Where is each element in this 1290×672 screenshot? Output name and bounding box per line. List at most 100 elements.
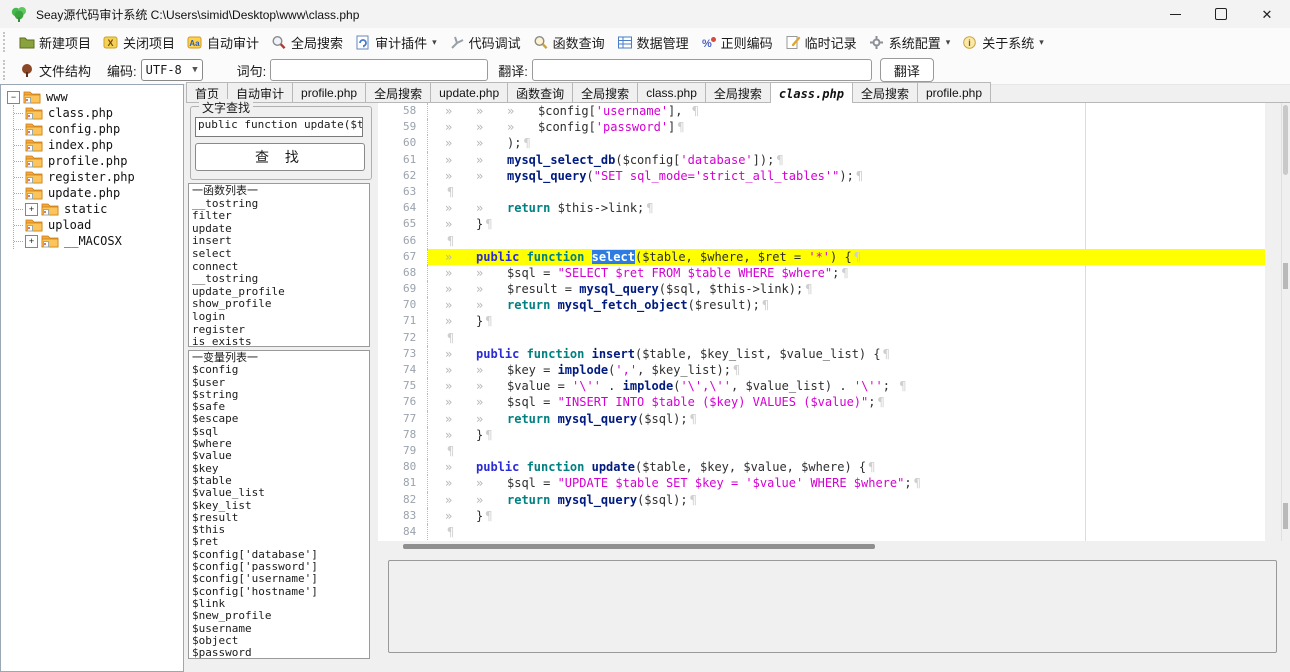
toolbar-function-query-button[interactable]: 函数查询 <box>527 31 611 54</box>
toolbar-auto-audit-button[interactable]: Aa自动审计 <box>181 31 265 54</box>
code-line[interactable]: 62»»mysql_query("SET sql_mode='strict_al… <box>378 168 1265 184</box>
variable-list-item[interactable]: $key_list <box>192 500 366 512</box>
file-structure-button[interactable]: 文件结构 <box>13 59 97 82</box>
tab-class.php[interactable]: class.php <box>637 82 706 102</box>
function-list-item[interactable]: is_exists <box>192 336 366 347</box>
tab--[interactable]: 全局搜索 <box>705 82 771 102</box>
variable-list-item[interactable]: $password <box>192 647 366 659</box>
code-line[interactable]: 82»»return mysql_query($sql);¶ <box>378 492 1265 508</box>
code-line[interactable]: 84¶ <box>378 524 1265 540</box>
toolbar-code-debug-button[interactable]: 代码调试 <box>443 31 527 54</box>
line-number: 63 <box>403 184 428 200</box>
code-line[interactable]: 79¶ <box>378 443 1265 459</box>
tab--[interactable]: 全局搜索 <box>365 82 431 102</box>
toolbar-audit-plugin-button[interactable]: 审计插件▾ <box>349 31 443 54</box>
tree-item[interactable]: index.php <box>14 137 183 153</box>
tree-item[interactable]: profile.php <box>14 153 183 169</box>
tree-item[interactable]: +static <box>14 201 183 217</box>
horizontal-scrollbar[interactable] <box>378 542 1265 552</box>
function-list-item[interactable]: select <box>192 248 366 261</box>
tree-expand-toggle[interactable]: + <box>25 203 38 216</box>
tree-item[interactable]: update.php <box>14 185 183 201</box>
tab-update.php[interactable]: update.php <box>430 82 508 102</box>
code-line[interactable]: 80»public function update($table, $key, … <box>378 459 1265 475</box>
code-line[interactable]: 66¶ <box>378 233 1265 249</box>
variable-list-item[interactable]: $escape <box>192 413 366 425</box>
code-line[interactable]: 69»»$result = mysql_query($sql, $this->l… <box>378 281 1265 297</box>
code-line[interactable]: 68»»$sql = "SELECT $ret FROM $table WHER… <box>378 265 1265 281</box>
tree-item[interactable]: class.php <box>14 105 183 121</box>
tree-expand-toggle[interactable]: + <box>25 235 38 248</box>
variable-list-item[interactable]: $ret <box>192 536 366 548</box>
tab--[interactable]: 全局搜索 <box>572 82 638 102</box>
encoding-select[interactable]: UTF-8 ▼ <box>141 59 203 81</box>
code-line[interactable]: 58»»»$config['username'], ¶ <box>378 103 1265 119</box>
toolbar-new-project-button[interactable]: 新建项目 <box>13 31 97 54</box>
toolbar-data-management-button[interactable]: 数据管理 <box>611 31 695 54</box>
tab--[interactable]: 函数查询 <box>507 82 573 102</box>
variable-list-item[interactable]: $new_profile <box>192 610 366 622</box>
code-token: , $value_list) . <box>731 379 854 393</box>
tree-item[interactable]: config.php <box>14 121 183 137</box>
code-line[interactable]: 60»»);¶ <box>378 135 1265 151</box>
minimize-button[interactable] <box>1152 0 1198 28</box>
variable-list-item[interactable]: $value <box>192 450 366 462</box>
code-line[interactable]: 78»}¶ <box>378 427 1265 443</box>
toolbar-about-system-button[interactable]: i关于系统▾ <box>956 31 1050 54</box>
tab-class.php[interactable]: class.php <box>770 82 853 103</box>
variable-list-item[interactable]: $value_list <box>192 487 366 499</box>
scrollbar-thumb[interactable] <box>1283 105 1288 175</box>
close-button[interactable]: ✕ <box>1244 0 1290 28</box>
function-list-item[interactable]: filter <box>192 210 366 223</box>
code-editor[interactable]: 58»»»$config['username'], ¶59»»»$config[… <box>378 103 1265 541</box>
code-line[interactable]: 61»»mysql_select_db($config['database'])… <box>378 152 1265 168</box>
code-line[interactable]: 65»}¶ <box>378 216 1265 232</box>
toolbar-global-search-button[interactable]: 全局搜索 <box>265 31 349 54</box>
function-list-item[interactable]: __tostring <box>192 273 366 286</box>
vertical-scrollbar[interactable] <box>1281 103 1290 541</box>
code-line[interactable]: 81»»$sql = "UPDATE $table SET $key = '$v… <box>378 475 1265 491</box>
variable-list-item[interactable]: $config['username'] <box>192 573 366 585</box>
translate-input[interactable] <box>532 59 872 81</box>
maximize-button[interactable] <box>1198 0 1244 28</box>
tree-item[interactable]: +__MACOSX <box>14 233 183 249</box>
tab-profile.php[interactable]: profile.php <box>292 82 366 102</box>
tab--[interactable]: 全局搜索 <box>852 82 918 102</box>
tree-item[interactable]: upload <box>14 217 183 233</box>
scrollbar-thumb[interactable] <box>403 544 875 549</box>
code-line-content: »»»$config['username'], ¶ <box>428 103 1265 119</box>
code-line[interactable]: 67»public function select($table, $where… <box>378 249 1265 265</box>
code-line[interactable]: 73»public function insert($table, $key_l… <box>378 346 1265 362</box>
tree-item[interactable]: register.php <box>14 169 183 185</box>
toolbar-close-project-button[interactable]: X关闭项目 <box>97 31 181 54</box>
code-line[interactable]: 59»»»$config['password']¶ <box>378 119 1265 135</box>
toolbar-system-config-button[interactable]: 系统配置▾ <box>863 31 957 54</box>
tab-profile.php[interactable]: profile.php <box>917 82 991 102</box>
code-line[interactable]: 76»»$sql = "INSERT INTO $table ($key) VA… <box>378 394 1265 410</box>
phrase-input[interactable] <box>270 59 488 81</box>
code-line[interactable]: 75»»$value = '\'' . implode('\',\'', $va… <box>378 378 1265 394</box>
code-line[interactable]: 72¶ <box>378 330 1265 346</box>
code-line[interactable]: 70»»return mysql_fetch_object($result);¶ <box>378 297 1265 313</box>
function-list-item[interactable]: login <box>192 311 366 324</box>
svg-text:%: % <box>702 38 712 50</box>
output-panel[interactable] <box>388 560 1277 653</box>
variable-list-item[interactable]: $config <box>192 364 366 376</box>
variable-list-item[interactable]: $username <box>192 623 366 635</box>
code-line[interactable]: 83»}¶ <box>378 508 1265 524</box>
code-line[interactable]: 74»»$key = implode(',', $key_list);¶ <box>378 362 1265 378</box>
tree-collapse-toggle[interactable]: − <box>7 91 20 104</box>
code-line[interactable]: 71»}¶ <box>378 313 1265 329</box>
code-line[interactable]: 77»»return mysql_query($sql);¶ <box>378 411 1265 427</box>
file-structure-label: 文件结构 <box>39 61 91 80</box>
find-button[interactable]: 查 找 <box>195 143 365 171</box>
translate-button[interactable]: 翻译 <box>880 58 934 82</box>
toolbar-regex-encode-button[interactable]: %正则编码 <box>695 31 779 54</box>
search-input[interactable]: public function update($tabl <box>195 117 363 137</box>
tree-item-root[interactable]: −www <box>1 89 183 105</box>
code-line-content: »»);¶ <box>428 135 1265 151</box>
code-line[interactable]: 63¶ <box>378 184 1265 200</box>
code-line[interactable]: 64»»return $this->link;¶ <box>378 200 1265 216</box>
line-number: 62 <box>403 168 428 184</box>
toolbar-temp-notes-button[interactable]: 临时记录 <box>779 31 863 54</box>
